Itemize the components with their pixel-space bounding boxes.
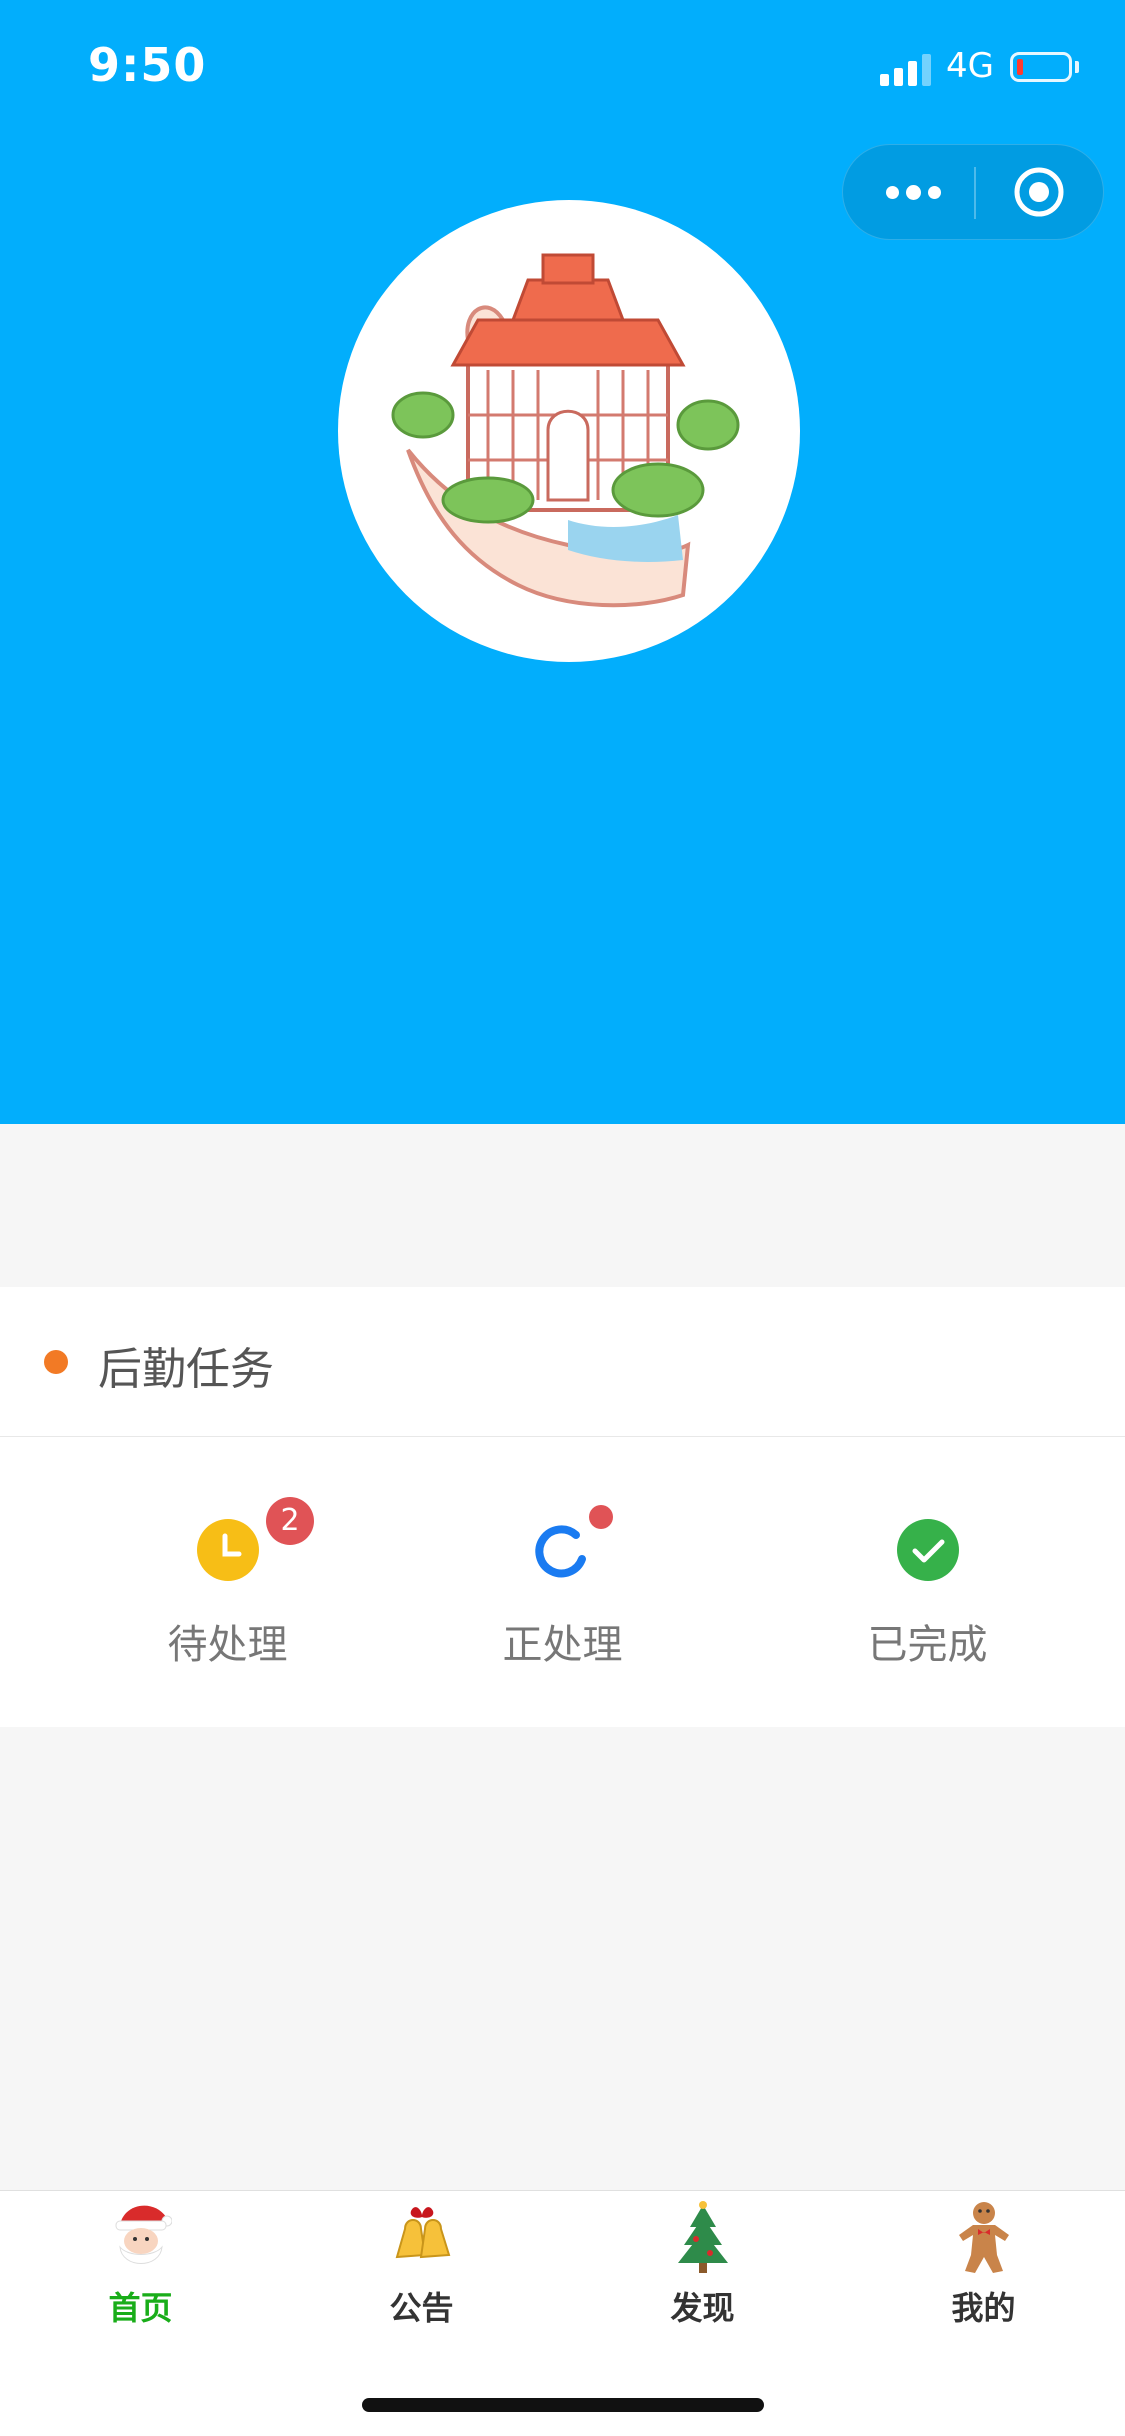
network-label: 4G (946, 46, 994, 86)
status-time: 9:50 (88, 38, 207, 92)
bullet-dot-icon (44, 1350, 68, 1374)
more-dots-icon[interactable] (843, 145, 973, 239)
task-pending-label: 待处理 (167, 1622, 288, 1668)
capsule-divider (974, 167, 976, 219)
logistics-tasks: 2 待处理 正处理 已完成 (0, 1437, 1125, 1727)
mini-program-capsule (842, 144, 1104, 240)
check-circle-icon (897, 1519, 959, 1581)
signal-icon (880, 52, 932, 86)
task-completed-label: 已完成 (867, 1622, 988, 1668)
tab-home[interactable]: 首页 (0, 2191, 281, 2351)
target-close-icon[interactable] (1013, 166, 1065, 218)
santa-icon (115, 2205, 172, 2264)
bells-icon (395, 2207, 451, 2259)
pending-count-badge: 2 (266, 1497, 314, 1545)
tab-announcements[interactable]: 公告 (281, 2191, 562, 2351)
tab-announcements-label: 公告 (389, 2289, 454, 2327)
tab-home-label: 首页 (108, 2289, 173, 2327)
tab-discover-label: 发现 (670, 2289, 735, 2327)
battery-tip (1075, 61, 1079, 73)
clock-icon (197, 1519, 259, 1581)
header-banner: 9:50 4G (0, 0, 1125, 1124)
gingerbread-icon (959, 2202, 1009, 2273)
home-indicator (362, 2398, 764, 2412)
tab-mine[interactable]: 我的 (843, 2191, 1124, 2351)
christmas-tree-icon (678, 2201, 728, 2273)
app-logo (338, 200, 800, 662)
task-processing[interactable]: 正处理 (375, 1437, 750, 1727)
processing-notice-dot (589, 1505, 613, 1529)
task-pending[interactable]: 2 待处理 (40, 1437, 415, 1727)
logistics-card-header: 后勤任务 (0, 1287, 1125, 1437)
task-processing-label: 正处理 (502, 1622, 623, 1668)
loading-icon (535, 1525, 586, 1578)
section-gap (0, 1124, 1125, 1287)
task-completed[interactable]: 已完成 (740, 1437, 1115, 1727)
tab-discover[interactable]: 发现 (562, 2191, 843, 2351)
battery-icon (1010, 52, 1072, 82)
tab-mine-label: 我的 (951, 2289, 1016, 2327)
logistics-title: 后勤任务 (98, 1344, 274, 1395)
